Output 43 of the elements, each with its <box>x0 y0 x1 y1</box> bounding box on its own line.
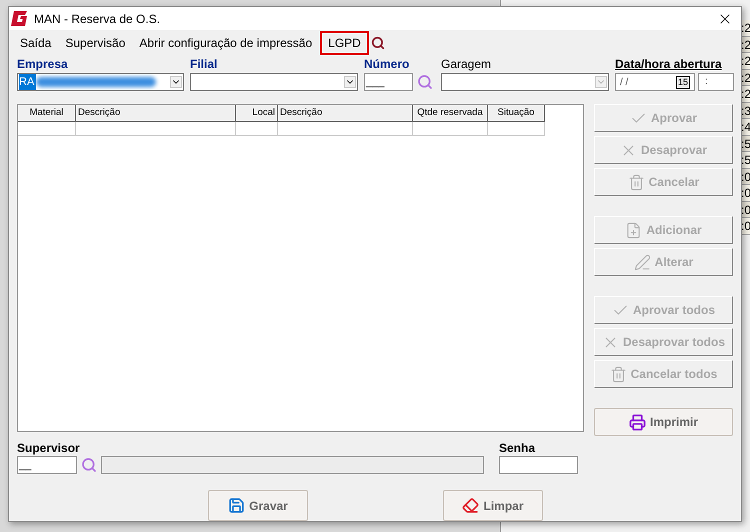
calendar-button[interactable]: 15 <box>676 76 690 88</box>
dropdown-field[interactable]: RA <box>17 73 184 91</box>
field-label: Data/hora abertura <box>615 57 723 71</box>
number-field[interactable]: ___ <box>364 73 413 91</box>
table-cell <box>488 122 545 136</box>
field-label: Garagem <box>441 57 492 71</box>
menu-item[interactable]: Abrir configuração de impressão <box>133 30 318 55</box>
table-cell <box>18 122 76 136</box>
field-label: Empresa <box>17 57 69 71</box>
column-header: Qtde reservada <box>413 105 488 122</box>
menu-item[interactable]: LGPD <box>320 30 369 55</box>
supervisor-field[interactable]: __ <box>17 456 77 474</box>
password-field[interactable] <box>499 456 578 474</box>
dropdown-field[interactable] <box>190 73 358 91</box>
search-icon[interactable] <box>370 36 385 50</box>
printer-icon <box>628 414 646 430</box>
field-value: RA <box>19 74 36 90</box>
column-header: Local <box>236 105 278 122</box>
field-label: Filial <box>190 57 218 71</box>
menu-item[interactable]: Supervisão <box>59 30 132 55</box>
dropdown-field[interactable] <box>441 73 609 91</box>
action-button[interactable]: Limpar <box>443 490 543 521</box>
table-cell <box>236 122 278 136</box>
date-field[interactable]: / / 15 <box>615 73 695 91</box>
trash-icon <box>610 366 627 382</box>
app-logo-icon <box>11 10 28 28</box>
column-header: Material <box>18 105 76 122</box>
trash-icon <box>628 174 645 190</box>
action-button[interactable]: Imprimir <box>594 408 733 436</box>
column-header: Situação <box>488 105 545 122</box>
pencil-icon <box>634 254 651 270</box>
eraser-icon <box>462 497 480 514</box>
action-button[interactable]: Gravar <box>208 490 308 521</box>
field-label: Senha <box>499 441 536 455</box>
window-title: MAN - Reserva de O.S. <box>34 10 160 28</box>
field-label: Número <box>364 57 410 71</box>
column-header: Descrição <box>76 105 236 122</box>
menu-item[interactable]: Saída <box>14 30 58 55</box>
column-header: Descrição <box>278 105 413 122</box>
field-value: / / <box>620 76 628 90</box>
document-plus-icon <box>625 222 642 238</box>
field-label: Supervisor <box>17 441 81 455</box>
time-field[interactable]: : <box>698 73 734 91</box>
